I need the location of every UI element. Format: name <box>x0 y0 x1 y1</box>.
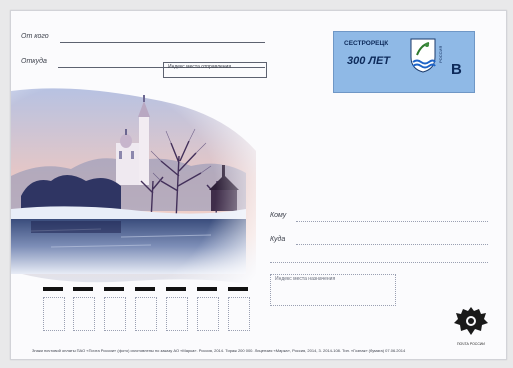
stamp-country: РОССИЯ <box>438 45 443 63</box>
postal-code-digit-box[interactable] <box>43 297 65 331</box>
coat-of-arms-icon <box>410 38 436 73</box>
stamp-rate: В <box>451 61 462 78</box>
postcard: От кого Откуда Индекс места отправления … <box>10 10 507 360</box>
postage-stamp: СЕСТРОРЕЦК 300 ЛЕТ РОССИЯ В <box>333 31 475 93</box>
postal-code-digit-box[interactable] <box>135 297 157 331</box>
postal-code-bar <box>43 287 63 291</box>
winter-scene-illustration <box>11 81 271 301</box>
stamp-city: СЕСТРОРЕЦК <box>344 40 389 47</box>
stamp-anniversary: 300 ЛЕТ <box>347 55 391 67</box>
recipient-index-box[interactable]: Индекс места назначения <box>270 274 396 306</box>
footer-imprint: Знаки почтовой оплаты ПАО «Почта России»… <box>32 348 406 353</box>
postal-code-bar <box>228 287 248 291</box>
where-from-label: Откуда <box>21 58 47 65</box>
postal-code-digit-box[interactable] <box>228 297 250 331</box>
to-line[interactable] <box>296 221 488 222</box>
postal-code-bar <box>166 287 186 291</box>
postal-code-bar <box>135 287 155 291</box>
eagle-emblem-icon <box>454 307 488 335</box>
emblem-caption: ПОЧТА РОССИИ <box>457 342 485 346</box>
sender-index-label: Индекс места отправления <box>168 64 232 70</box>
from-label: От кого <box>21 33 49 40</box>
postal-code-digit-box[interactable] <box>73 297 95 331</box>
recipient-index-label: Индекс места назначения <box>275 276 336 282</box>
where-to-label: Куда <box>270 236 286 243</box>
postal-code-bar <box>104 287 124 291</box>
postal-code-bar <box>197 287 217 291</box>
postal-code-digit-box[interactable] <box>166 297 188 331</box>
postal-code-bar <box>73 287 93 291</box>
sender-index-box[interactable]: Индекс места отправления <box>163 62 267 78</box>
postal-code-digit-box[interactable] <box>104 297 126 331</box>
where-to-line-2[interactable] <box>270 262 488 263</box>
where-to-line-1[interactable] <box>296 244 488 245</box>
postal-code-digit-box[interactable] <box>197 297 219 331</box>
from-line[interactable] <box>60 42 265 43</box>
to-label: Кому <box>270 212 287 219</box>
